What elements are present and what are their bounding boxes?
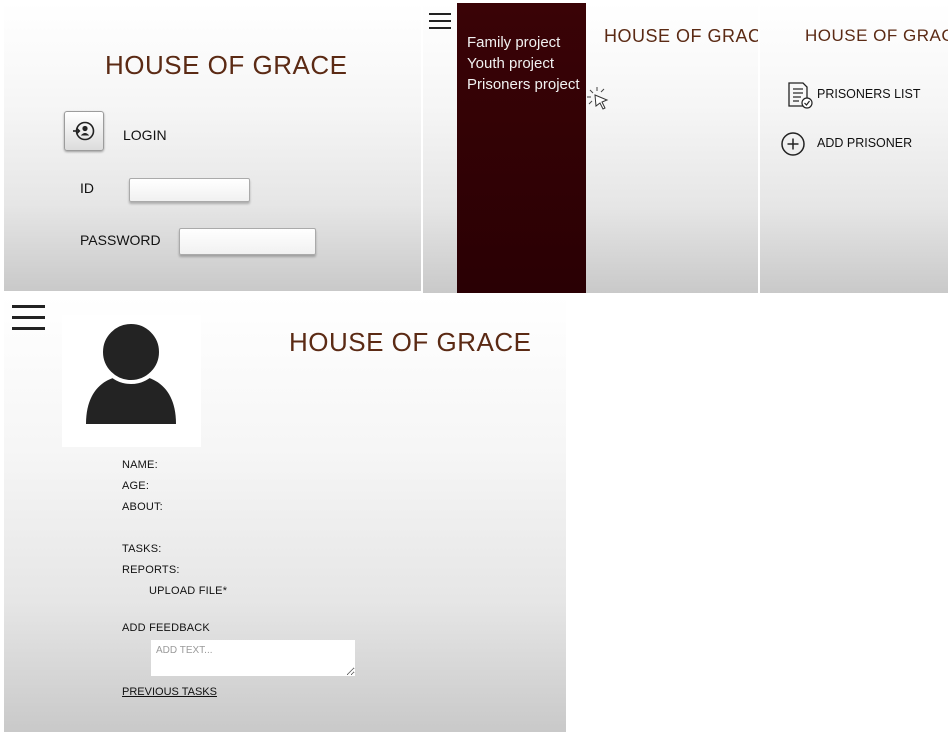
previous-tasks-link[interactable]: PREVIOUS TASKS	[122, 686, 217, 698]
password-input[interactable]	[179, 228, 316, 255]
menu-item-family-project[interactable]: Family project	[467, 34, 560, 51]
menu-item-prisoners-project[interactable]: Prisoners project	[467, 76, 580, 93]
profile-photo[interactable]	[62, 315, 201, 447]
hamburger-menu-icon[interactable]	[12, 305, 45, 330]
age-label: AGE:	[122, 480, 150, 492]
login-label: LOGIN	[123, 127, 167, 143]
reports-label: REPORTS:	[122, 564, 180, 576]
add-prisoner-button[interactable]: ADD PRISONER	[817, 136, 912, 150]
pointer-click-icon	[587, 87, 609, 110]
feedback-input[interactable]	[151, 640, 355, 676]
about-label: ABOUT:	[122, 501, 163, 513]
upload-file-button[interactable]: UPLOAD FILE*	[149, 585, 227, 597]
brand-title: HOUSE OF GRACE	[105, 50, 348, 80]
login-screen: HOUSE OF GRACE LOGIN ID PASSWORD	[4, 3, 421, 291]
plus-circle-icon[interactable]	[780, 131, 806, 157]
prisoners-screen: HOUSE OF GRACE PRISONERS LIST ADD PRISON…	[760, 3, 948, 293]
name-label: NAME:	[122, 459, 158, 471]
checklist-icon[interactable]	[786, 80, 814, 110]
id-label: ID	[80, 180, 94, 196]
brand-title: HOUSE OF GRACE	[289, 327, 532, 357]
prisoners-list-link[interactable]: PRISONERS LIST	[817, 87, 921, 101]
tasks-label: TASKS:	[122, 543, 162, 555]
side-menu: Family project Youth project Prisoners p…	[457, 3, 586, 293]
menu-screen: Family project Youth project Prisoners p…	[423, 3, 758, 293]
user-avatar-icon	[86, 320, 176, 424]
hamburger-menu-icon[interactable]	[429, 13, 451, 29]
brand-title: HOUSE OF GRACE	[604, 26, 758, 46]
login-button[interactable]	[64, 111, 104, 151]
profile-screen: HOUSE OF GRACE NAME: AGE: ABOUT: TASKS: …	[4, 295, 566, 732]
password-label: PASSWORD	[80, 232, 161, 248]
id-input[interactable]	[129, 178, 250, 202]
brand-title: HOUSE OF GRACE	[805, 26, 948, 45]
login-person-icon	[73, 121, 95, 141]
menu-item-youth-project[interactable]: Youth project	[467, 55, 554, 72]
add-feedback-label: ADD FEEDBACK	[122, 622, 210, 634]
